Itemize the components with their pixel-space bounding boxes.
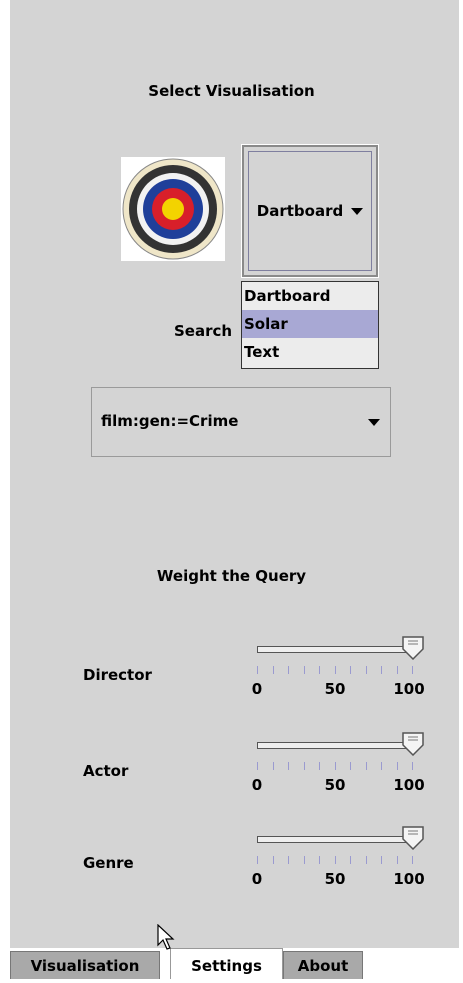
- slider-tick: [257, 762, 258, 770]
- slider-tick: [365, 666, 367, 674]
- slider-tick: [303, 666, 305, 674]
- director-label: Director: [83, 666, 152, 684]
- slider-tick: [334, 666, 336, 674]
- tab-bar: Visualisation Settings About: [10, 948, 459, 979]
- slider-tick: [288, 856, 289, 864]
- genre-slider[interactable]: 0 50 100: [252, 826, 428, 900]
- target-icon: [122, 158, 224, 260]
- actor-slider[interactable]: 0 50 100: [252, 732, 428, 806]
- slider-track: [257, 836, 413, 843]
- slider-tick: [303, 762, 305, 770]
- slider-tick: [288, 762, 289, 770]
- visualisation-preview: [121, 157, 225, 261]
- scale-max-label: 100: [393, 776, 425, 794]
- actor-label: Actor: [83, 762, 129, 780]
- select-visualisation-title: Select Visualisation: [148, 82, 315, 100]
- scale-mid-label: 50: [324, 680, 346, 698]
- slider-tick: [272, 666, 274, 674]
- slider-tick: [272, 762, 274, 770]
- slider-tick: [334, 762, 336, 770]
- slider-tick: [381, 856, 382, 864]
- visualisation-options-list: Dartboard Solar Text: [241, 281, 379, 369]
- tab-settings[interactable]: Settings: [170, 948, 283, 979]
- scale-mid-label: 50: [324, 776, 346, 794]
- mouse-cursor-icon: [157, 924, 175, 950]
- scale-max-label: 100: [393, 680, 425, 698]
- slider-thumb[interactable]: [402, 732, 424, 756]
- slider-tick: [257, 856, 258, 864]
- slider-tick: [350, 856, 351, 864]
- scale-max-label: 100: [393, 870, 425, 888]
- slider-tick: [396, 762, 398, 770]
- slider-tick: [334, 856, 336, 864]
- tab-visualisation[interactable]: Visualisation: [10, 951, 160, 979]
- slider-tick: [412, 666, 413, 674]
- genre-label: Genre: [83, 854, 134, 872]
- slider-thumb[interactable]: [402, 826, 424, 850]
- slider-tick: [288, 666, 289, 674]
- slider-ticks: [257, 666, 413, 676]
- option-text[interactable]: Text: [242, 338, 378, 366]
- slider-thumb[interactable]: [402, 636, 424, 660]
- weight-query-title: Weight the Query: [156, 567, 307, 585]
- search-label: Search: [174, 322, 233, 340]
- scale-min-label: 0: [251, 776, 263, 794]
- slider-tick: [272, 856, 274, 864]
- slider-ticks: [257, 762, 413, 772]
- visualisation-dropdown[interactable]: Dartboard: [241, 144, 379, 278]
- slider-track: [257, 646, 413, 653]
- option-dartboard[interactable]: Dartboard: [242, 282, 378, 310]
- tab-about[interactable]: About: [283, 951, 363, 979]
- slider-tick: [319, 762, 320, 770]
- slider-tick: [350, 666, 351, 674]
- scale-min-label: 0: [251, 870, 263, 888]
- slider-tick: [319, 666, 320, 674]
- chevron-down-icon: [368, 419, 380, 426]
- scale-min-label: 0: [251, 680, 263, 698]
- slider-ticks: [257, 856, 413, 866]
- slider-tick: [257, 666, 258, 674]
- slider-tick: [365, 856, 367, 864]
- slider-tick: [381, 666, 382, 674]
- search-value: film:gen:=Crime: [101, 412, 239, 430]
- slider-tick: [412, 762, 413, 770]
- slider-tick: [412, 856, 413, 864]
- slider-tick: [365, 762, 367, 770]
- slider-track: [257, 742, 413, 749]
- slider-tick: [303, 856, 305, 864]
- slider-tick: [381, 762, 382, 770]
- slider-tick: [350, 762, 351, 770]
- scale-mid-label: 50: [324, 870, 346, 888]
- director-slider[interactable]: 0 50 100: [252, 636, 428, 710]
- search-combobox[interactable]: film:gen:=Crime: [91, 387, 391, 457]
- slider-tick: [396, 856, 398, 864]
- option-solar[interactable]: Solar: [242, 310, 378, 338]
- slider-tick: [319, 856, 320, 864]
- slider-tick: [396, 666, 398, 674]
